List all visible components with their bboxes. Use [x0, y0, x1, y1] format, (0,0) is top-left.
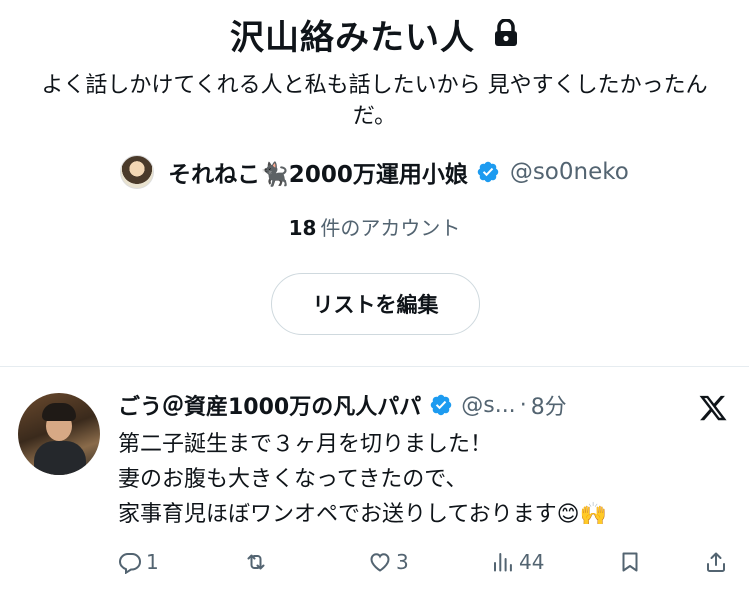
verified-badge-icon — [477, 161, 499, 183]
views-count: 44 — [519, 550, 545, 574]
tweet[interactable]: ごう＠資産1000万の凡人パパ @s... · 8分 第二子誕生まで３ヶ月を切り… — [0, 367, 749, 597]
retweet-button[interactable] — [244, 550, 272, 574]
tweet-author-handle[interactable]: @s... — [461, 393, 515, 418]
tweet-author-name[interactable]: ごう＠資産1000万の凡人パパ — [118, 389, 421, 421]
reply-button[interactable]: 1 — [118, 550, 159, 574]
bookmark-icon — [622, 552, 638, 572]
list-header: 沢山絡みたい人 よく話しかけてくれる人と私も話したいから 見やすくしたかったんだ… — [0, 0, 749, 366]
tweet-actions: 1 3 44 — [118, 550, 730, 580]
owner-avatar[interactable] — [120, 155, 155, 189]
lock-icon — [493, 16, 519, 56]
share-icon — [707, 552, 725, 572]
bookmark-button[interactable] — [618, 550, 642, 574]
member-count-number: 18 — [288, 216, 317, 240]
list-description: よく話しかけてくれる人と私も話したいから 見やすくしたかったんだ。 — [41, 73, 708, 129]
reply-count: 1 — [146, 550, 159, 574]
retweet-icon — [247, 554, 265, 570]
tweet-text: 第二子誕生まで３ヶ月を切りました！ 妻のお腹も大きくなってきたので、 家事育児ほ… — [118, 432, 608, 527]
verified-badge-icon — [430, 394, 452, 416]
owner-name[interactable]: それねこ🐈‍⬛2000万運用小娘 — [168, 155, 468, 189]
reply-icon — [118, 553, 142, 574]
member-count-label: 件のアカウント — [320, 216, 461, 240]
views-chart-icon — [494, 553, 512, 572]
x-logo-icon — [699, 395, 727, 421]
time-separator: · — [519, 392, 527, 418]
owner-handle[interactable]: @so0neko — [510, 159, 629, 185]
tweet-avatar[interactable] — [18, 393, 100, 475]
like-count: 3 — [396, 550, 409, 574]
tweet-header: ごう＠資産1000万の凡人パパ @s... · 8分 — [118, 389, 678, 421]
list-title-row: 沢山絡みたい人 — [0, 10, 749, 60]
edit-list-button[interactable]: リストを編集 — [271, 273, 480, 335]
heart-icon — [370, 553, 390, 572]
tweet-time[interactable]: 8分 — [531, 389, 567, 421]
like-button[interactable]: 3 — [368, 550, 409, 574]
list-owner[interactable]: それねこ🐈‍⬛2000万運用小娘 @so0neko — [0, 155, 749, 189]
list-title: 沢山絡みたい人 — [230, 18, 475, 58]
member-count[interactable]: 18 件のアカウント — [0, 212, 749, 241]
share-button[interactable] — [704, 550, 728, 574]
views-button[interactable]: 44 — [491, 550, 544, 574]
